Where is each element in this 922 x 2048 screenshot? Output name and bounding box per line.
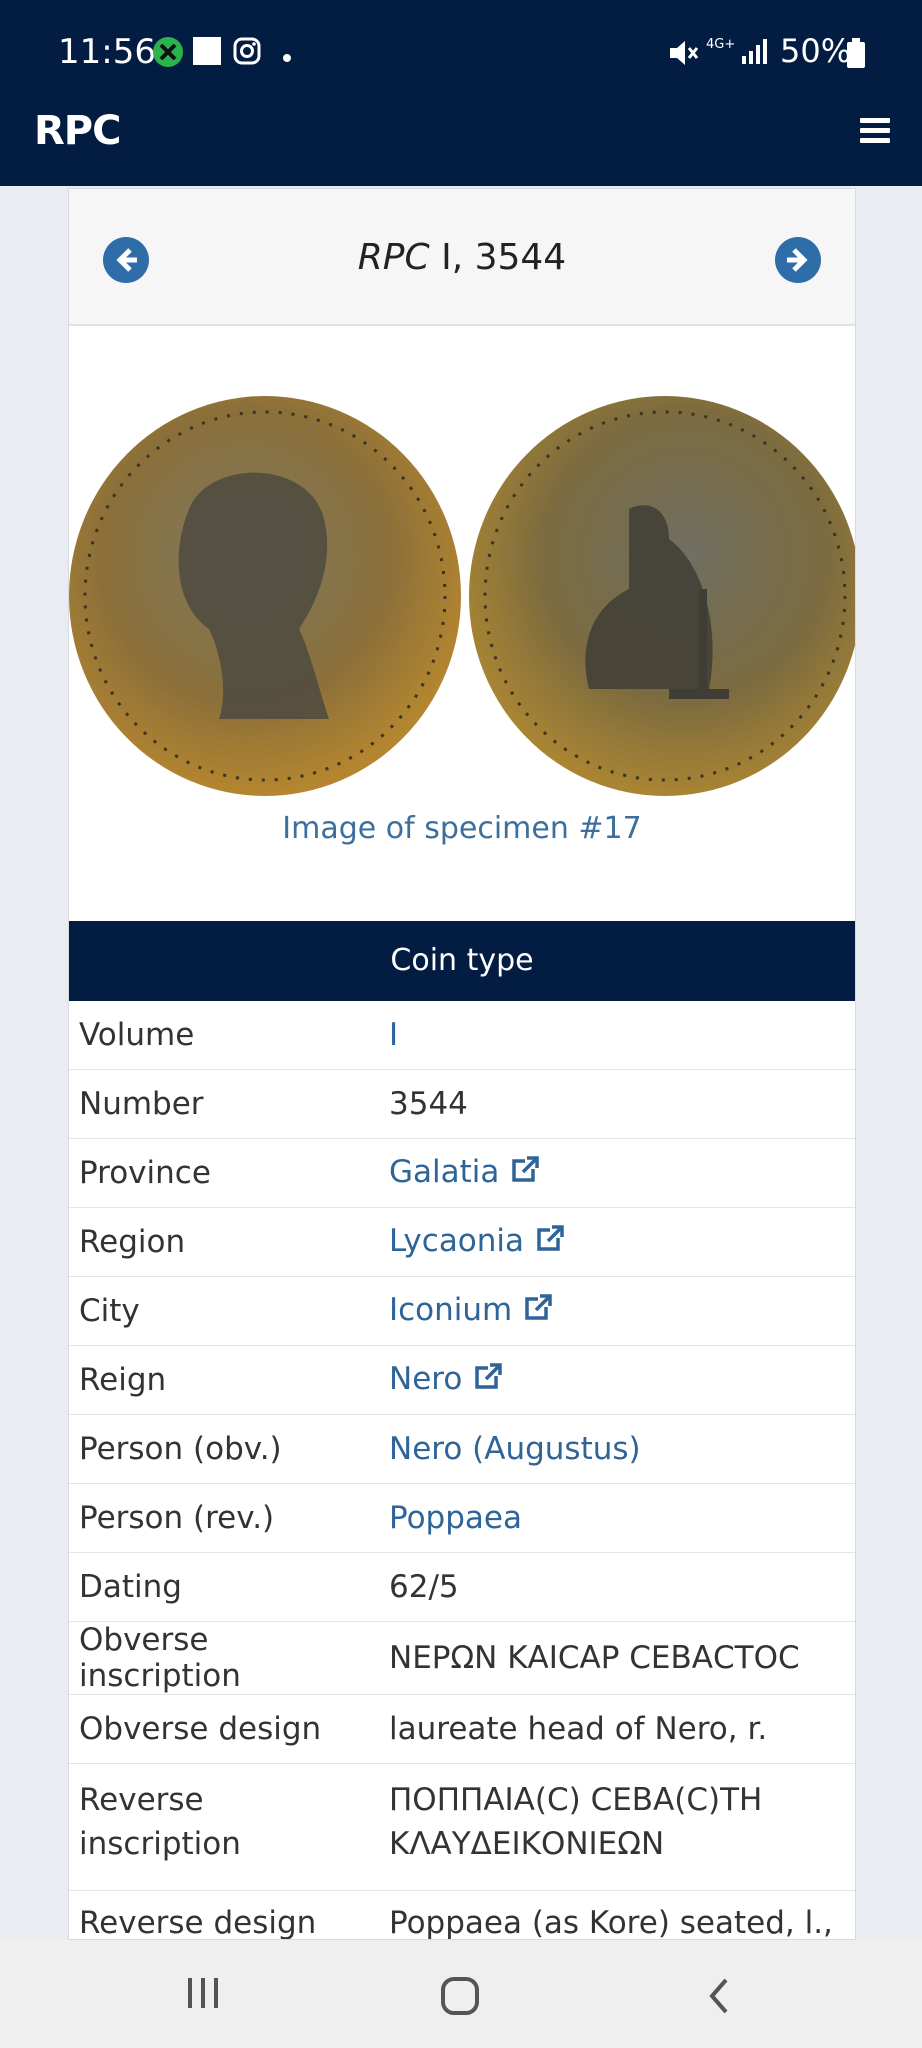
table-row: Province Galatia (69, 1138, 855, 1208)
status-bar: 11:56 4G+ 50% (0, 0, 922, 105)
battery-icon (846, 38, 866, 72)
external-link-icon[interactable] (522, 1294, 553, 1330)
row-value: laureate head of Nero, r. (379, 1694, 855, 1764)
table-row: Volume I (69, 1001, 855, 1070)
row-value-text: 3544 (389, 1086, 468, 1122)
row-value[interactable]: I (379, 1001, 855, 1070)
row-value: Poppaea (as Kore) seated, l., (379, 1891, 855, 1940)
row-label: Reverse design (79, 1905, 317, 1940)
row-label: Person (obv.) (69, 1414, 379, 1484)
table-row: Dating 62/5 (69, 1552, 855, 1622)
row-value[interactable]: Nero (Augustus) (379, 1414, 855, 1484)
status-time: 11:56 (58, 32, 156, 72)
table-row: Person (obv.) Nero (Augustus) (69, 1414, 855, 1484)
row-value-text: ΝΕΡΩΝ ΚΑΙCΑΡ CΕΒΑCΤΟC (389, 1640, 800, 1676)
external-link-icon[interactable] (509, 1156, 540, 1192)
notification-square-icon (192, 36, 222, 70)
section-title-coin-type: Coin type (69, 921, 855, 1001)
network-type: 4G+ (706, 37, 736, 52)
table-row: Person (rev.) Poppaea (69, 1483, 855, 1553)
coin-image[interactable] (69, 389, 855, 809)
table-row: Reign Nero (69, 1345, 855, 1415)
row-value: 62/5 (379, 1552, 855, 1622)
row-value-link[interactable]: Iconium (389, 1292, 512, 1328)
system-nav-bar (0, 1940, 922, 2048)
app-header: 11:56 4G+ 50% RPC (0, 0, 922, 186)
row-value-link[interactable]: Nero (389, 1361, 462, 1397)
row-value-link[interactable]: Lycaonia (389, 1223, 524, 1259)
instagram-icon (232, 36, 262, 70)
row-value-link[interactable]: Galatia (389, 1154, 499, 1190)
row-label: Number (69, 1069, 379, 1139)
table-row: City Iconium (69, 1276, 855, 1346)
row-value[interactable]: Iconium (379, 1276, 855, 1346)
table-row: Obverse design laureate head of Nero, r. (69, 1694, 855, 1764)
table-row: Number 3544 (69, 1069, 855, 1139)
row-label: Reverse inscription (69, 1763, 379, 1891)
recent-apps-icon[interactable] (186, 1976, 220, 2014)
row-value[interactable]: Lycaonia (379, 1207, 855, 1277)
row-label: City (69, 1276, 379, 1346)
next-arrow-icon[interactable] (775, 237, 821, 283)
page-title: RPC I, 3544 (69, 237, 855, 278)
row-label: Reign (69, 1345, 379, 1415)
row-value-text: Poppaea (as Kore) seated, l., (389, 1905, 833, 1940)
row-label: Province (69, 1138, 379, 1208)
table-row: Reverse design Poppaea (as Kore) seated, … (69, 1891, 855, 1940)
row-value-link[interactable]: I (389, 1017, 398, 1053)
row-value: ΝΕΡΩΝ ΚΑΙCΑΡ CΕΒΑCΤΟC (379, 1621, 855, 1695)
dot-icon (282, 48, 292, 67)
mute-icon (666, 36, 700, 74)
row-label: Volume (69, 1001, 379, 1070)
brand-logo[interactable]: RPC (34, 108, 121, 154)
hamburger-menu-icon[interactable] (860, 118, 890, 144)
image-caption-link[interactable]: Image of specimen #17 (69, 811, 855, 846)
row-label: Obverse design (69, 1694, 379, 1764)
battery-percent: 50% (780, 32, 852, 70)
row-label: Obverse inscription (69, 1621, 379, 1695)
back-icon[interactable] (704, 1976, 734, 2020)
coin-details-table: Volume I Number 3544 Province Galatia Region Ly… (69, 1001, 855, 1940)
row-value-text: ΠΟΠΠΑΙΑ(C) CΕΒΑ(C)ΤΗ ΚΛΑΥΔΕΙΚΟΝΙΕΩΝ (389, 1782, 763, 1862)
external-link-icon[interactable] (472, 1363, 503, 1399)
row-value-link[interactable]: Poppaea (389, 1500, 522, 1536)
xbox-icon (152, 36, 184, 72)
row-value-text: laureate head of Nero, r. (389, 1711, 768, 1747)
row-value: 3544 (379, 1069, 855, 1139)
external-link-icon[interactable] (534, 1225, 564, 1261)
row-value-link[interactable]: Nero (Augustus) (389, 1431, 641, 1467)
row-value[interactable]: Galatia (379, 1138, 855, 1208)
coin-card: RPC I, 3544 Image of specimen #17 Coin t… (68, 188, 856, 1940)
title-number: I, 3544 (429, 237, 567, 278)
row-value: ΠΟΠΠΑΙΑ(C) CΕΒΑ(C)ΤΗ ΚΛΑΥΔΕΙΚΟΝΙΕΩΝ (379, 1763, 855, 1891)
title-series: RPC (357, 237, 430, 278)
row-label: Region (69, 1207, 379, 1277)
home-icon[interactable] (440, 1976, 480, 2020)
row-value[interactable]: Poppaea (379, 1483, 855, 1553)
signal-icon (740, 36, 770, 70)
table-row: Region Lycaonia (69, 1207, 855, 1277)
table-row: Obverse inscription ΝΕΡΩΝ ΚΑΙCΑΡ CΕΒΑCΤΟC (69, 1621, 855, 1695)
table-row: Reverse inscription ΠΟΠΠΑΙΑ(C) CΕΒΑ(C)ΤΗ … (69, 1763, 855, 1891)
row-label: Dating (69, 1552, 379, 1622)
card-header: RPC I, 3544 (69, 189, 855, 326)
row-label: Person (rev.) (69, 1483, 379, 1553)
row-value-text: 62/5 (389, 1569, 459, 1605)
row-value[interactable]: Nero (379, 1345, 855, 1415)
